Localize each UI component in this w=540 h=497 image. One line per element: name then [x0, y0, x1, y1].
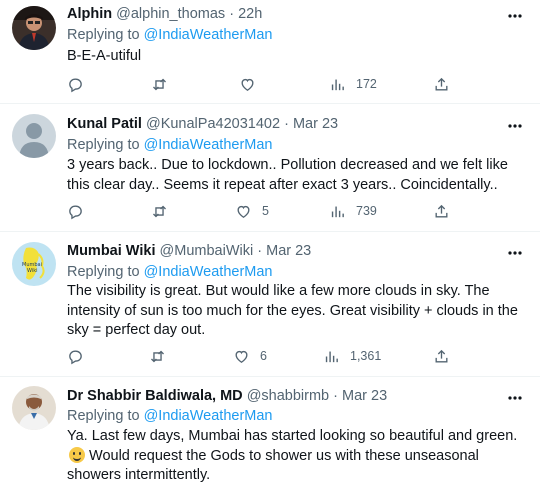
timestamp[interactable]: Mar 23 — [293, 116, 338, 132]
views-count: 739 — [356, 204, 377, 218]
author-name[interactable]: Alphin — [67, 6, 112, 22]
replying-prefix: Replying to — [67, 27, 140, 43]
share-button[interactable] — [433, 74, 450, 94]
tweet[interactable]: Alphin @alphin_thomas · 22h Replying to … — [0, 0, 540, 104]
retweet-button[interactable] — [151, 201, 178, 221]
more-icon[interactable] — [506, 7, 524, 25]
replying-to: Replying to @IndiaWeatherMan — [67, 27, 273, 43]
tweet-header: Alphin @alphin_thomas · 22h — [67, 6, 262, 22]
views-button[interactable]: 1,361 — [323, 346, 381, 366]
reply-button[interactable] — [67, 346, 94, 366]
tweet-header: Dr Shabbir Baldiwala, MD @shabbirmb · Ma… — [67, 388, 387, 404]
author-handle[interactable]: @KunalPa42031402 — [146, 116, 280, 132]
views-count: 172 — [356, 77, 377, 91]
views-button[interactable]: 172 — [329, 74, 377, 94]
author-handle[interactable]: @shabbirmb — [247, 388, 329, 404]
share-icon — [435, 204, 448, 217]
avatar[interactable] — [12, 6, 56, 50]
smiley-emoji — [69, 446, 85, 463]
avatar[interactable] — [12, 114, 56, 158]
views-icon — [331, 206, 344, 217]
reply-button[interactable] — [67, 74, 94, 94]
avatar[interactable]: Mumbai Wiki — [12, 242, 56, 286]
views-icon — [331, 79, 344, 90]
share-icon — [435, 77, 448, 90]
retweet-icon — [153, 78, 166, 90]
action-bar: 5 739 — [67, 201, 487, 221]
action-bar: 172 — [67, 74, 487, 94]
more-icon[interactable] — [506, 244, 524, 262]
action-bar: 6 1,361 — [67, 346, 487, 366]
tweet-header: Mumbai Wiki @MumbaiWiki · Mar 23 — [67, 243, 311, 259]
separator-dot: · — [284, 116, 289, 132]
reply-icon — [69, 350, 82, 364]
author-handle[interactable]: @alphin_thomas — [116, 6, 225, 22]
author-name[interactable]: Kunal Patil — [67, 116, 142, 132]
more-icon[interactable] — [506, 117, 524, 135]
retweet-button[interactable] — [149, 346, 176, 366]
separator-dot: · — [257, 243, 263, 259]
share-button[interactable] — [433, 346, 450, 366]
tweet[interactable]: Kunal Patil @KunalPa42031402 · Mar 23 Re… — [0, 104, 540, 232]
replying-prefix: Replying to — [67, 264, 140, 280]
tweet-text-part: Ya. Last few days, Mumbai has started lo… — [67, 428, 518, 444]
tweet[interactable]: Dr Shabbir Baldiwala, MD @shabbirmb · Ma… — [0, 377, 540, 497]
separator-dot: · — [229, 6, 235, 22]
author-name[interactable]: Dr Shabbir Baldiwala, MD — [67, 388, 243, 404]
like-button[interactable]: 6 — [233, 346, 267, 366]
views-count: 1,361 — [350, 349, 382, 363]
timestamp[interactable]: 22h — [238, 6, 262, 22]
svg-text:Wiki: Wiki — [27, 268, 38, 274]
mention-link[interactable]: @IndiaWeatherMan — [144, 137, 273, 153]
tweet-text-continued: Would request the Gods to shower us with… — [67, 447, 479, 484]
avatar[interactable] — [12, 386, 56, 430]
reply-button[interactable] — [67, 201, 94, 221]
views-icon — [325, 351, 338, 362]
share-button[interactable] — [433, 201, 450, 221]
tweet[interactable]: Mumbai Wiki Mumbai Wiki @MumbaiWiki · Ma… — [0, 232, 540, 377]
mention-link[interactable]: @IndiaWeatherMan — [144, 408, 273, 424]
views-button[interactable]: 739 — [329, 201, 377, 221]
like-icon — [241, 78, 254, 91]
retweet-button[interactable] — [151, 74, 178, 94]
tweet-text: B-E-A-utiful — [67, 48, 142, 64]
reply-icon — [69, 205, 82, 219]
retweet-icon — [153, 205, 166, 217]
like-count: 5 — [262, 204, 269, 218]
tweet-header: Kunal Patil @KunalPa42031402 · Mar 23 — [67, 116, 338, 132]
reply-icon — [69, 78, 82, 92]
separator-dot: · — [333, 388, 338, 404]
author-handle[interactable]: @MumbaiWiki — [160, 243, 254, 259]
like-count: 6 — [260, 349, 267, 363]
like-icon — [235, 350, 248, 363]
tweet-text: The visibility is great. But would like … — [67, 283, 518, 338]
tweet-text: Ya. Last few days, Mumbai has started lo… — [67, 427, 527, 486]
retweet-icon — [151, 350, 164, 362]
timestamp[interactable]: Mar 23 — [342, 388, 387, 404]
mention-link[interactable]: @IndiaWeatherMan — [144, 264, 273, 280]
replying-to: Replying to @IndiaWeatherMan — [67, 408, 273, 424]
like-button[interactable]: 5 — [235, 201, 269, 221]
share-icon — [435, 349, 448, 362]
like-icon — [237, 205, 250, 218]
more-icon[interactable] — [506, 389, 524, 407]
replying-prefix: Replying to — [67, 137, 140, 153]
mention-link[interactable]: @IndiaWeatherMan — [144, 27, 273, 43]
like-button[interactable] — [239, 74, 266, 94]
author-name[interactable]: Mumbai Wiki — [67, 243, 156, 259]
replying-to: Replying to @IndiaWeatherMan — [67, 264, 273, 280]
tweet-text: 3 years back.. Due to lockdown.. Polluti… — [67, 157, 508, 193]
replying-to: Replying to @IndiaWeatherMan — [67, 137, 273, 153]
replying-prefix: Replying to — [67, 408, 140, 424]
timestamp[interactable]: Mar 23 — [266, 243, 311, 259]
